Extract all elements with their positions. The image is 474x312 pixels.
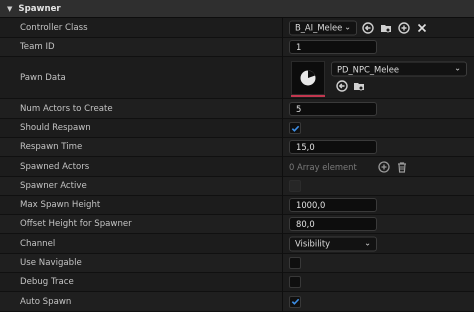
browse-folder-icon[interactable] bbox=[379, 21, 393, 35]
trash-icon[interactable] bbox=[395, 160, 409, 174]
row-debug-trace: Debug Trace bbox=[0, 273, 474, 292]
label-spawner-active: Spawner Active bbox=[0, 177, 282, 196]
num-actors-input[interactable]: 5 bbox=[289, 101, 377, 116]
label-offset-height: Offset Height for Spawner bbox=[0, 215, 282, 234]
use-selected-arrow-icon[interactable] bbox=[335, 79, 349, 93]
check-icon bbox=[291, 298, 299, 305]
label-should-respawn: Should Respawn bbox=[0, 119, 282, 138]
label-controller-class: Controller Class bbox=[0, 18, 282, 38]
column-splitter[interactable] bbox=[282, 18, 283, 312]
row-team-id: Team ID 1 bbox=[0, 38, 474, 57]
label-use-navigable: Use Navigable bbox=[0, 254, 282, 273]
label-num-actors: Num Actors to Create bbox=[0, 99, 282, 119]
respawn-time-input[interactable]: 15,0 bbox=[289, 140, 377, 154]
row-num-actors: Num Actors to Create 5 bbox=[0, 99, 474, 119]
label-respawn-time: Respawn Time bbox=[0, 138, 282, 157]
add-circle-icon[interactable] bbox=[397, 21, 411, 35]
controller-class-combo[interactable]: B_AI_Melee ⌄ bbox=[289, 20, 357, 35]
chevron-down-icon: ⌄ bbox=[454, 63, 461, 73]
section-title: Spawner bbox=[18, 3, 61, 14]
offset-height-input[interactable]: 80,0 bbox=[289, 217, 377, 231]
row-spawner-active: Spawner Active bbox=[0, 177, 474, 196]
thumbnail-type-bar bbox=[291, 95, 325, 97]
pie-asset-icon[interactable] bbox=[291, 61, 325, 95]
array-element-count: 0 Array element bbox=[289, 161, 357, 172]
add-circle-icon[interactable] bbox=[377, 160, 391, 174]
section-header-spawner[interactable]: ▼ Spawner bbox=[0, 0, 474, 18]
row-max-spawn-height: Max Spawn Height 1000,0 bbox=[0, 196, 474, 215]
chevron-down-icon: ⌄ bbox=[364, 238, 371, 247]
pawn-data-combo[interactable]: PD_NPC_Melee ⌄ bbox=[331, 61, 467, 77]
row-auto-spawn: Auto Spawn bbox=[0, 292, 474, 312]
label-pawn-data: Pawn Data bbox=[0, 57, 282, 99]
row-offset-height: Offset Height for Spawner 80,0 bbox=[0, 215, 474, 234]
use-selected-arrow-icon[interactable] bbox=[361, 21, 375, 35]
label-channel: Channel bbox=[0, 234, 282, 254]
label-max-spawn-height: Max Spawn Height bbox=[0, 196, 282, 215]
row-controller-class: Controller Class B_AI_Melee ⌄ bbox=[0, 18, 474, 38]
chevron-down-icon: ⌄ bbox=[344, 22, 351, 31]
use-navigable-checkbox[interactable] bbox=[289, 257, 301, 269]
spawner-active-checkbox bbox=[289, 180, 301, 192]
close-icon[interactable] bbox=[415, 21, 429, 35]
label-debug-trace: Debug Trace bbox=[0, 273, 282, 292]
row-pawn-data: Pawn Data PD_NPC_Melee ⌄ bbox=[0, 57, 474, 99]
row-use-navigable: Use Navigable bbox=[0, 254, 474, 273]
chevron-down-icon[interactable]: ▼ bbox=[7, 5, 12, 13]
label-auto-spawn: Auto Spawn bbox=[0, 292, 282, 312]
should-respawn-checkbox[interactable] bbox=[289, 122, 301, 134]
max-spawn-height-input[interactable]: 1000,0 bbox=[289, 198, 377, 212]
row-respawn-time: Respawn Time 15,0 bbox=[0, 138, 474, 157]
label-team-id: Team ID bbox=[0, 38, 282, 57]
check-icon bbox=[291, 125, 299, 132]
channel-combo[interactable]: Visibility ⌄ bbox=[289, 236, 377, 251]
auto-spawn-checkbox[interactable] bbox=[289, 295, 301, 308]
row-should-respawn: Should Respawn bbox=[0, 119, 474, 138]
browse-folder-icon[interactable] bbox=[352, 79, 366, 93]
debug-trace-checkbox[interactable] bbox=[289, 276, 301, 288]
label-spawned-actors: Spawned Actors bbox=[0, 157, 282, 177]
row-channel: Channel Visibility ⌄ bbox=[0, 234, 474, 254]
row-spawned-actors: Spawned Actors 0 Array element bbox=[0, 157, 474, 177]
team-id-input[interactable]: 1 bbox=[289, 40, 377, 54]
